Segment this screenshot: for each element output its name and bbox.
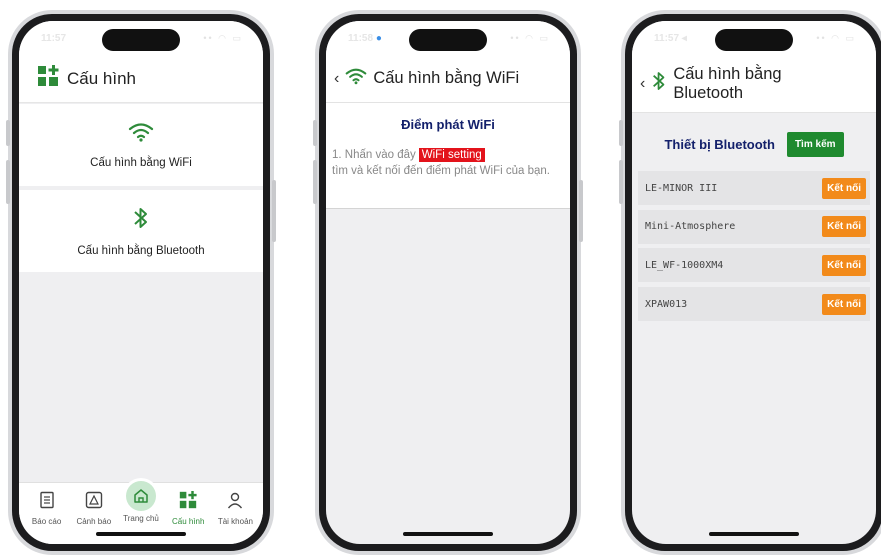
device-row: XPAW013 Kết nối	[638, 287, 870, 322]
tab-label: Cảnh báo	[76, 517, 112, 526]
device-row: Mini-Atmosphere Kết nối	[638, 209, 870, 244]
back-chevron-icon[interactable]: ‹	[334, 70, 339, 88]
report-icon	[38, 491, 56, 514]
home-indicator	[709, 532, 799, 536]
page-title-line2: Bluetooth	[673, 83, 744, 102]
phone-config: 11:57 •• ◠ ▭ Cấu hình Cấu hình bằng WiFi…	[6, 10, 276, 555]
search-button[interactable]: Tìm kếm	[786, 131, 844, 157]
device-list: LE-MINOR III Kết nối Mini-Atmosphere Kết…	[638, 171, 870, 326]
bluetooth-icon	[132, 206, 150, 235]
connect-button[interactable]: Kết nối	[822, 254, 866, 276]
bluetooth-option-label: Cấu hình bằng Bluetooth	[77, 244, 205, 257]
bluetooth-config-option[interactable]: Cấu hình bằng Bluetooth	[19, 190, 263, 272]
device-name: LE-MINOR III	[645, 182, 718, 194]
page-title: Cấu hình	[67, 68, 136, 88]
page-header: Cấu hình	[19, 55, 263, 103]
connect-button[interactable]: Kết nối	[822, 177, 866, 199]
tab-label: Trang chủ	[123, 514, 159, 523]
tab-label: Tài khoản	[217, 517, 253, 526]
device-row: LE-MINOR III Kết nối	[638, 171, 870, 205]
hotspot-section: Điểm phát WiFi 1. Nhấn vào đây WiFi sett…	[326, 103, 570, 209]
page-title: Cấu hình bằng WiFi	[373, 69, 520, 87]
bluetooth-devices-header: Thiết bị Bluetooth Tìm kếm	[632, 123, 876, 165]
device-name: LE_WF-1000XM4	[645, 259, 724, 271]
instruction-prefix: 1. Nhấn vào đây	[332, 149, 416, 161]
screen-bluetooth-config: 11:57 ◂•• ◠ ▭ ‹ Cấu hình bằng Bluetooth	[632, 21, 876, 544]
instruction-line: 1. Nhấn vào đây WiFi setting	[332, 148, 564, 162]
home-icon	[126, 481, 156, 511]
section-title: Điểm phát WiFi	[401, 117, 495, 132]
connect-button[interactable]: Kết nối	[822, 293, 866, 315]
alert-icon	[85, 491, 103, 514]
dynamic-island	[715, 29, 793, 51]
nav-bar: ‹ Cấu hình bằng Bluetooth	[632, 55, 876, 113]
back-chevron-icon[interactable]: ‹	[640, 75, 645, 93]
device-name: Mini-Atmosphere	[645, 221, 736, 233]
device-row: LE_WF-1000XM4 Kết nối	[638, 248, 870, 283]
device-name: XPAW013	[645, 298, 688, 310]
wifi-setting-link[interactable]: WiFi setting	[418, 148, 485, 162]
screen-wifi-config: 11:58 ● •• ◠ ▭ ‹ Cấu hình bằng WiFi Điểm…	[326, 21, 570, 544]
connect-button[interactable]: Kết nối	[822, 216, 866, 238]
screenshot-stage: 11:57 •• ◠ ▭ Cấu hình Cấu hình bằng WiFi…	[0, 0, 881, 555]
screen-config: 11:57 •• ◠ ▭ Cấu hình Cấu hình bằng WiFi…	[19, 21, 263, 544]
instruction-rest: tìm và kết nối đến điểm phát WiFi của bạ…	[332, 165, 550, 177]
tab-account[interactable]: Tài khoản	[212, 483, 259, 544]
wifi-icon	[128, 122, 154, 147]
page-title: Cấu hình bằng Bluetooth	[673, 65, 781, 103]
dynamic-island	[102, 29, 180, 51]
home-indicator	[403, 532, 493, 536]
nav-bar: ‹ Cấu hình bằng WiFi	[326, 55, 570, 103]
tab-report[interactable]: Báo cáo	[23, 483, 70, 544]
phone-wifi-config: 11:58 ● •• ◠ ▭ ‹ Cấu hình bằng WiFi Điểm…	[313, 10, 583, 555]
page-title-line1: Cấu hình bằng	[673, 64, 782, 83]
section-title: Thiết bị Bluetooth	[664, 136, 775, 152]
phone-bluetooth-config: 11:57 ◂•• ◠ ▭ ‹ Cấu hình bằng Bluetooth	[619, 10, 881, 555]
account-icon	[226, 491, 244, 514]
wifi-config-option[interactable]: Cấu hình bằng WiFi	[19, 104, 263, 186]
tab-label: Báo cáo	[31, 517, 62, 526]
wifi-icon	[345, 67, 367, 90]
bluetooth-icon	[651, 70, 667, 97]
dynamic-island	[409, 29, 487, 51]
tab-label: Cấu hình	[171, 517, 205, 526]
config-grid-icon	[37, 65, 59, 92]
config-icon	[179, 491, 197, 514]
home-indicator	[96, 532, 186, 536]
wifi-option-label: Cấu hình bằng WiFi	[90, 156, 192, 169]
